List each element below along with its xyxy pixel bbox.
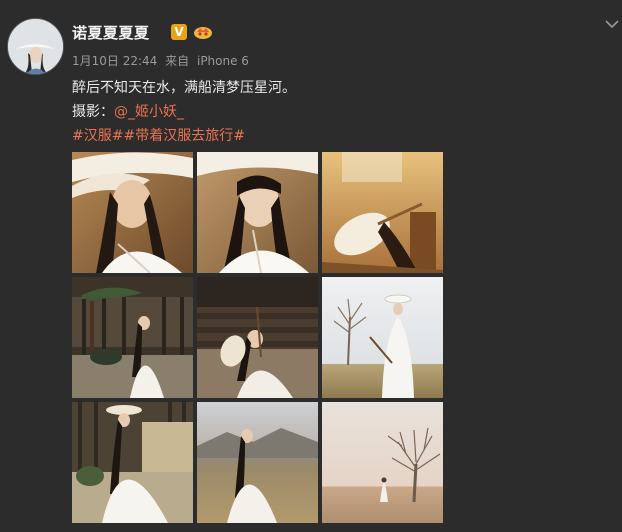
photo-thumbnail[interactable] xyxy=(72,402,193,523)
member-crown-icon[interactable] xyxy=(193,24,213,40)
source-device[interactable]: iPhone 6 xyxy=(197,54,249,68)
photo-credit-label: 摄影： xyxy=(72,104,114,120)
topic-link-hanfu[interactable]: #汉服# xyxy=(72,128,123,144)
photo-thumbnail[interactable] xyxy=(322,402,443,523)
post-meta: 1月10日 22:44 来自 iPhone 6 xyxy=(72,52,253,69)
verified-badge-icon[interactable]: V xyxy=(171,24,187,40)
photo-thumbnail[interactable] xyxy=(72,152,193,273)
username[interactable]: 诺夏夏夏夏 xyxy=(72,22,150,43)
user-avatar[interactable] xyxy=(7,18,64,75)
photo-thumbnail[interactable] xyxy=(197,152,318,273)
post-text: 醉后不知天在水，满船清梦压星河。 xyxy=(72,80,296,96)
photo-thumbnail[interactable] xyxy=(72,277,193,398)
photo-thumbnail[interactable] xyxy=(322,152,443,273)
photo-thumbnail[interactable] xyxy=(197,402,318,523)
photo-credit: 摄影：@_姬小妖_ xyxy=(72,101,184,121)
topic-tags: #汉服##带着汉服去旅行# xyxy=(72,125,245,145)
photo-grid xyxy=(72,152,444,526)
photo-thumbnail[interactable] xyxy=(322,277,443,398)
source-prefix: 来自 xyxy=(165,54,190,68)
chevron-down-icon[interactable] xyxy=(604,15,620,29)
photographer-mention-link[interactable]: @_姬小妖_ xyxy=(114,104,184,120)
topic-link-hanfu-travel[interactable]: #带着汉服去旅行# xyxy=(123,128,244,144)
photo-thumbnail[interactable] xyxy=(197,277,318,398)
weibo-post: 诺夏夏夏夏 V 1月10日 22:44 来自 iPhone 6 醉后不知天在水，… xyxy=(0,0,622,532)
post-time[interactable]: 1月10日 22:44 xyxy=(72,54,157,68)
